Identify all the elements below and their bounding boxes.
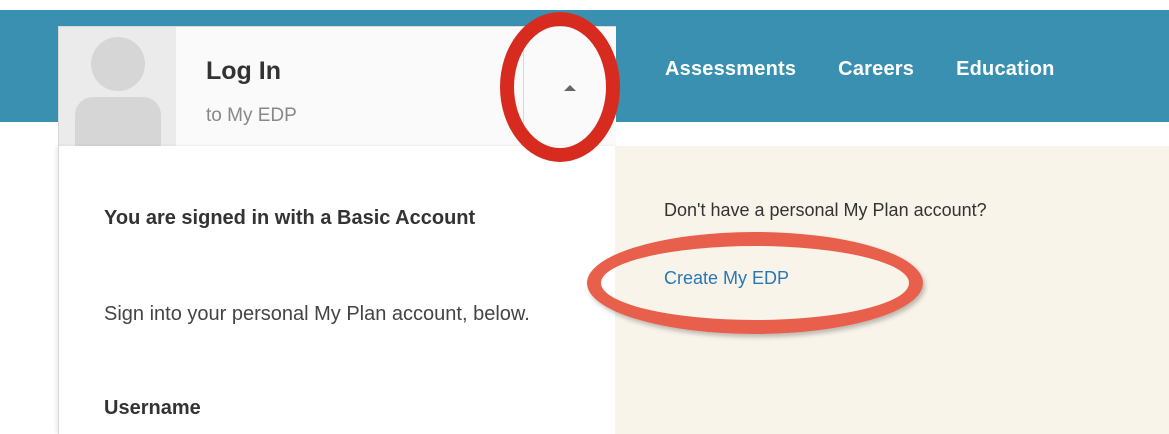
username-label: Username — [104, 397, 201, 419]
login-dropdown-right-panel — [615, 146, 1169, 434]
login-title: Log In — [206, 57, 281, 85]
login-dropdown-left-panel — [58, 146, 616, 434]
avatar-body-shape — [75, 97, 161, 147]
basic-account-description: Sign into your personal My Plan account,… — [104, 303, 530, 325]
avatar — [59, 27, 176, 147]
nav-assessments-link[interactable]: Assessments — [665, 58, 796, 81]
basic-account-heading: You are signed in with a Basic Account — [104, 207, 476, 229]
login-subtitle: to My EDP — [206, 105, 297, 126]
main-nav: Assessments Careers Education — [665, 58, 1097, 81]
avatar-head-shape — [91, 37, 145, 91]
create-my-edp-link[interactable]: Create My EDP — [664, 268, 789, 289]
login-dropdown-toggle[interactable] — [523, 27, 616, 147]
login-card[interactable]: Log In to My EDP — [58, 26, 616, 147]
caret-up-icon — [564, 85, 576, 91]
nav-careers-link[interactable]: Careers — [838, 58, 914, 81]
nav-education-link[interactable]: Education — [956, 58, 1054, 81]
no-account-text: Don't have a personal My Plan account? — [664, 200, 987, 220]
